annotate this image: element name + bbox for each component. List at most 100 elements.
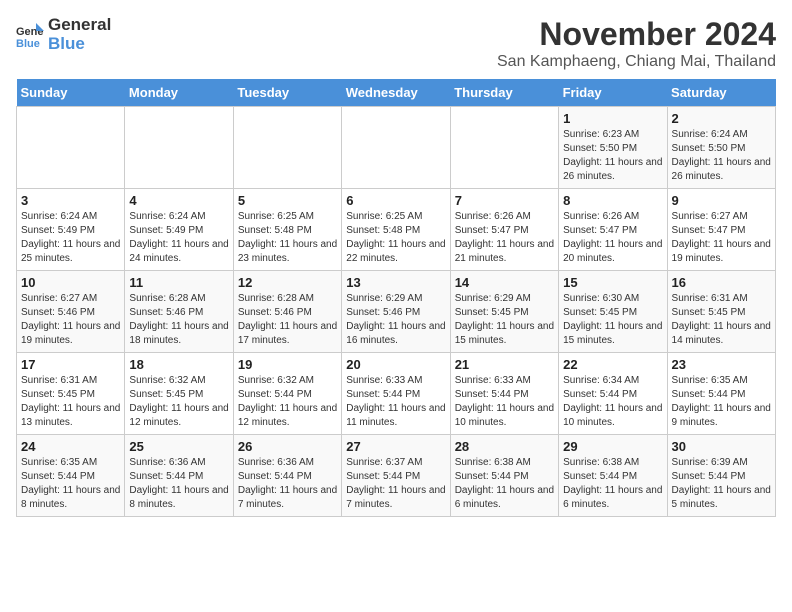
day-info: Sunrise: 6:26 AM Sunset: 5:47 PM Dayligh… [455,210,554,266]
day-info: Sunrise: 6:29 AM Sunset: 5:46 PM Dayligh… [346,292,445,348]
day-number: 18 [129,357,228,372]
day-cell: 28 Sunrise: 6:38 AM Sunset: 5:44 PM Dayli… [450,435,558,517]
day-info: Sunrise: 6:35 AM Sunset: 5:44 PM Dayligh… [21,456,120,512]
day-number: 29 [563,439,662,454]
day-info: Sunrise: 6:36 AM Sunset: 5:44 PM Dayligh… [238,456,337,512]
day-number: 30 [672,439,771,454]
logo-blue: Blue [48,35,111,54]
week-row-1: 1 Sunrise: 6:23 AM Sunset: 5:50 PM Daylig… [17,107,776,189]
day-cell [17,107,125,189]
calendar-body: 1 Sunrise: 6:23 AM Sunset: 5:50 PM Daylig… [17,107,776,517]
day-info: Sunrise: 6:37 AM Sunset: 5:44 PM Dayligh… [346,456,445,512]
day-number: 17 [21,357,120,372]
day-cell: 29 Sunrise: 6:38 AM Sunset: 5:44 PM Dayli… [559,435,667,517]
day-number: 16 [672,275,771,290]
day-cell: 5 Sunrise: 6:25 AM Sunset: 5:48 PM Daylig… [233,189,341,271]
day-number: 23 [672,357,771,372]
day-info: Sunrise: 6:24 AM Sunset: 5:49 PM Dayligh… [21,210,120,266]
day-number: 1 [563,111,662,126]
day-cell [342,107,450,189]
day-number: 26 [238,439,337,454]
day-number: 3 [21,193,120,208]
day-cell: 30 Sunrise: 6:39 AM Sunset: 5:44 PM Dayli… [667,435,775,517]
day-cell: 17 Sunrise: 6:31 AM Sunset: 5:45 PM Dayli… [17,353,125,435]
day-info: Sunrise: 6:35 AM Sunset: 5:44 PM Dayligh… [672,374,771,430]
week-row-2: 3 Sunrise: 6:24 AM Sunset: 5:49 PM Daylig… [17,189,776,271]
day-info: Sunrise: 6:31 AM Sunset: 5:45 PM Dayligh… [672,292,771,348]
day-cell: 6Sunrise: 6:25 AM Sunset: 5:48 PM Daylig… [342,189,450,271]
day-info: Sunrise: 6:28 AM Sunset: 5:46 PM Dayligh… [238,292,337,348]
day-number: 21 [455,357,554,372]
header-cell-wednesday: Wednesday [342,79,450,107]
day-cell [450,107,558,189]
day-info: Sunrise: 6:31 AM Sunset: 5:45 PM Dayligh… [21,374,120,430]
day-number: 2 [672,111,771,126]
day-info: Sunrise: 6:38 AM Sunset: 5:44 PM Dayligh… [563,456,662,512]
day-cell: 13 Sunrise: 6:29 AM Sunset: 5:46 PM Dayli… [342,271,450,353]
day-info: Sunrise: 6:38 AM Sunset: 5:44 PM Dayligh… [455,456,554,512]
header-row: SundayMondayTuesdayWednesdayThursdayFrid… [17,79,776,107]
day-number: 14 [455,275,554,290]
day-number: 28 [455,439,554,454]
svg-text:Blue: Blue [16,38,40,49]
logo-icon: General Blue [16,21,44,49]
logo-general: General [48,16,111,35]
day-info: Sunrise: 6:23 AM Sunset: 5:50 PM Dayligh… [563,128,662,184]
day-info: Sunrise: 6:39 AM Sunset: 5:44 PM Dayligh… [672,456,771,512]
day-number: 9 [672,193,771,208]
week-row-3: 10Sunrise: 6:27 AM Sunset: 5:46 PM Dayli… [17,271,776,353]
day-info: Sunrise: 6:30 AM Sunset: 5:45 PM Dayligh… [563,292,662,348]
header-cell-monday: Monday [125,79,233,107]
day-number: 4 [129,193,228,208]
day-cell: 9Sunrise: 6:27 AM Sunset: 5:47 PM Daylig… [667,189,775,271]
day-number: 25 [129,439,228,454]
day-number: 7 [455,193,554,208]
day-number: 5 [238,193,337,208]
day-cell: 22 Sunrise: 6:34 AM Sunset: 5:44 PM Dayli… [559,353,667,435]
page-title: November 2024 [497,16,776,53]
day-info: Sunrise: 6:26 AM Sunset: 5:47 PM Dayligh… [563,210,662,266]
day-info: Sunrise: 6:29 AM Sunset: 5:45 PM Dayligh… [455,292,554,348]
week-row-4: 17 Sunrise: 6:31 AM Sunset: 5:45 PM Dayli… [17,353,776,435]
day-info: Sunrise: 6:28 AM Sunset: 5:46 PM Dayligh… [129,292,228,348]
day-info: Sunrise: 6:25 AM Sunset: 5:48 PM Dayligh… [346,210,445,266]
day-info: Sunrise: 6:34 AM Sunset: 5:44 PM Dayligh… [563,374,662,430]
logo-wordmark: General Blue [48,16,111,53]
day-cell [125,107,233,189]
day-cell: 18 Sunrise: 6:32 AM Sunset: 5:45 PM Dayli… [125,353,233,435]
header: General Blue General Blue November 2024 … [16,16,776,71]
calendar-header: SundayMondayTuesdayWednesdayThursdayFrid… [17,79,776,107]
header-cell-friday: Friday [559,79,667,107]
title-area: November 2024 San Kamphaeng, Chiang Mai,… [497,16,776,71]
day-cell: 26 Sunrise: 6:36 AM Sunset: 5:44 PM Dayli… [233,435,341,517]
day-number: 27 [346,439,445,454]
day-cell: 25 Sunrise: 6:36 AM Sunset: 5:44 PM Dayli… [125,435,233,517]
day-info: Sunrise: 6:33 AM Sunset: 5:44 PM Dayligh… [346,374,445,430]
day-number: 13 [346,275,445,290]
day-number: 22 [563,357,662,372]
day-cell: 16 Sunrise: 6:31 AM Sunset: 5:45 PM Dayli… [667,271,775,353]
day-cell: 14 Sunrise: 6:29 AM Sunset: 5:45 PM Dayli… [450,271,558,353]
day-info: Sunrise: 6:32 AM Sunset: 5:44 PM Dayligh… [238,374,337,430]
day-cell: 20 Sunrise: 6:33 AM Sunset: 5:44 PM Dayli… [342,353,450,435]
day-cell: 19Sunrise: 6:32 AM Sunset: 5:44 PM Dayli… [233,353,341,435]
header-cell-saturday: Saturday [667,79,775,107]
day-cell: 27 Sunrise: 6:37 AM Sunset: 5:44 PM Dayli… [342,435,450,517]
day-number: 8 [563,193,662,208]
day-number: 20 [346,357,445,372]
day-number: 24 [21,439,120,454]
day-cell: 4 Sunrise: 6:24 AM Sunset: 5:49 PM Daylig… [125,189,233,271]
day-info: Sunrise: 6:33 AM Sunset: 5:44 PM Dayligh… [455,374,554,430]
day-cell: 23 Sunrise: 6:35 AM Sunset: 5:44 PM Dayli… [667,353,775,435]
day-cell: 3 Sunrise: 6:24 AM Sunset: 5:49 PM Daylig… [17,189,125,271]
day-info: Sunrise: 6:25 AM Sunset: 5:48 PM Dayligh… [238,210,337,266]
day-number: 10 [21,275,120,290]
day-info: Sunrise: 6:36 AM Sunset: 5:44 PM Dayligh… [129,456,228,512]
header-cell-sunday: Sunday [17,79,125,107]
day-cell [233,107,341,189]
day-info: Sunrise: 6:24 AM Sunset: 5:49 PM Dayligh… [129,210,228,266]
page-subtitle: San Kamphaeng, Chiang Mai, Thailand [497,53,776,71]
day-cell: 21 Sunrise: 6:33 AM Sunset: 5:44 PM Dayli… [450,353,558,435]
day-info: Sunrise: 6:32 AM Sunset: 5:45 PM Dayligh… [129,374,228,430]
day-number: 15 [563,275,662,290]
